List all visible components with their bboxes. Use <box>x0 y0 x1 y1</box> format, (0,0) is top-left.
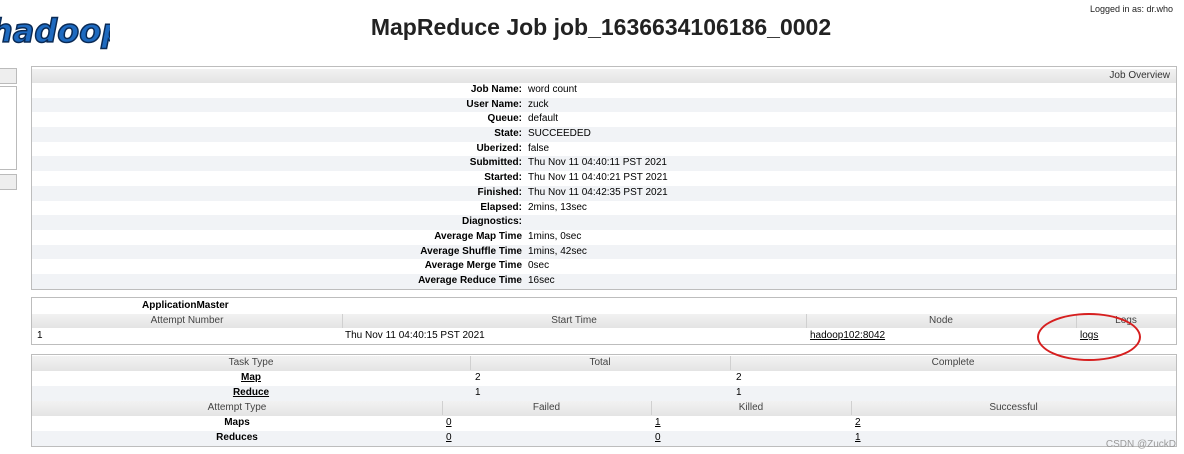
col-node: Node <box>929 315 953 326</box>
job-overview-caption: Job Overview <box>32 69 1176 83</box>
col-failed: Failed <box>532 402 561 413</box>
table-row: Map 2 2 <box>32 371 1176 386</box>
map-task-link[interactable]: Map <box>241 372 261 383</box>
reduce-complete: 1 <box>736 387 742 398</box>
table-row: Uberized: false <box>32 142 1176 157</box>
reduces-successful-link[interactable]: 1 <box>855 432 861 443</box>
table-row: State: SUCCEEDED <box>32 127 1176 142</box>
nav-collapsed-footer[interactable] <box>0 174 17 190</box>
table-row: Reduce 1 1 <box>32 386 1176 401</box>
reduces-attempt-label: Reduces <box>216 432 258 443</box>
overview-key: Job Name: <box>470 84 522 95</box>
watermark: CSDN @ZuckD <box>1105 439 1176 450</box>
annotation-circle <box>1037 313 1141 361</box>
col-task-type: Task Type <box>228 357 274 368</box>
overview-key: Submitted: <box>469 157 522 169</box>
overview-value: SUCCEEDED <box>528 128 591 140</box>
table-row: Finished: Thu Nov 11 04:42:35 PST 2021 <box>32 185 1176 201</box>
task-type-header: Task Type Total Complete <box>32 356 1176 371</box>
overview-value: 0sec <box>528 260 550 272</box>
reduce-total: 1 <box>475 387 481 398</box>
overview-key: Started: <box>484 172 522 184</box>
job-overview-panel: Job Overview Job Name: word count User Nam… <box>31 66 1177 290</box>
overview-value: 2mins, 13sec <box>528 201 587 213</box>
nav-collapsed-header[interactable] <box>0 68 17 84</box>
maps-attempt-label: Maps <box>224 417 250 428</box>
table-row: Queue: default <box>32 112 1176 127</box>
application-master-table: ApplicationMaster Attempt Number Start T… <box>31 297 1177 345</box>
overview-key: Elapsed: <box>480 201 522 213</box>
overview-value: word count <box>528 84 577 95</box>
col-total: Total <box>589 357 611 368</box>
reduce-task-link[interactable]: Reduce <box>233 387 269 398</box>
overview-key: Diagnostics: <box>461 216 522 228</box>
attempt-number: 1 <box>37 330 43 341</box>
table-row: Reduces 0 0 1 <box>32 431 1176 446</box>
table-row: User Name: zuck <box>32 97 1176 113</box>
table-row: Average Shuffle Time 1mins, 42sec <box>32 244 1176 260</box>
overview-value: 16sec <box>528 274 555 286</box>
table-row: Average Map Time 1mins, 0sec <box>32 230 1176 245</box>
col-successful: Successful <box>989 402 1038 413</box>
table-row: Average Reduce Time 16sec <box>32 273 1176 289</box>
table-row: Started: Thu Nov 11 04:40:21 PST 2021 <box>32 171 1176 186</box>
table-row: Diagnostics: <box>32 215 1176 230</box>
table-row: Maps 0 1 2 <box>32 416 1176 431</box>
overview-value: Thu Nov 11 04:42:35 PST 2021 <box>528 186 668 198</box>
map-total: 2 <box>475 372 481 383</box>
page-title: MapReduce Job job_1636634106186_0002 <box>370 14 832 40</box>
attempt-type-header: Attempt Type Failed Killed Successful <box>32 401 1176 416</box>
attempt-start-time: Thu Nov 11 04:40:15 PST 2021 <box>345 330 485 341</box>
overview-value: 1mins, 0sec <box>528 230 582 242</box>
overview-value: 1mins, 42sec <box>528 245 587 257</box>
col-attempt-number: Attempt Number <box>150 315 224 326</box>
maps-killed-link[interactable]: 1 <box>655 417 661 428</box>
table-row: Submitted: Thu Nov 11 04:40:11 PST 2021 <box>32 156 1176 172</box>
table-row: Elapsed: 2mins, 13sec <box>32 201 1176 216</box>
application-master-title: ApplicationMaster <box>142 300 229 311</box>
overview-value: zuck <box>528 98 549 110</box>
job-tasks-table: Task Type Total Complete Map 2 2 Reduce … <box>31 354 1177 447</box>
overview-key: Average Map Time <box>434 230 522 242</box>
overview-key: Average Merge Time <box>424 260 522 272</box>
maps-failed-link[interactable]: 0 <box>446 417 452 428</box>
table-row: Job Name: word count <box>32 83 1176 98</box>
maps-successful-link[interactable]: 2 <box>855 417 861 428</box>
overview-key: Average Shuffle Time <box>420 245 522 257</box>
overview-key: Uberized: <box>476 142 522 154</box>
logged-in-status: Logged in as: dr.who <box>1089 4 1173 14</box>
col-attempt-type: Attempt Type <box>207 402 267 413</box>
overview-key: State: <box>494 128 522 140</box>
col-start-time: Start Time <box>551 315 597 326</box>
table-row: 1 Thu Nov 11 04:40:15 PST 2021 hadoop102… <box>32 329 1176 343</box>
overview-value: Thu Nov 11 04:40:21 PST 2021 <box>528 172 668 184</box>
node-link[interactable]: hadoop102:8042 <box>810 330 885 341</box>
overview-value: default <box>528 113 559 125</box>
job-overview-table: Job Name: word count User Name: zuck Queue: d… <box>32 83 1176 289</box>
map-complete: 2 <box>736 372 742 383</box>
overview-value: Thu Nov 11 04:40:11 PST 2021 <box>528 157 667 169</box>
overview-value: false <box>528 142 550 154</box>
nav-collapsed-panel <box>0 86 17 170</box>
reduces-failed-link[interactable]: 0 <box>446 432 452 443</box>
col-killed: Killed <box>738 402 764 413</box>
reduces-killed-link[interactable]: 0 <box>655 432 661 443</box>
overview-key: Finished: <box>477 186 522 198</box>
application-master-header: Attempt Number Start Time Node Logs <box>32 314 1176 328</box>
overview-key: Queue: <box>487 113 522 125</box>
overview-key: User Name: <box>466 98 522 110</box>
overview-key: Average Reduce Time <box>418 274 522 286</box>
table-row: Average Merge Time 0sec <box>32 259 1176 274</box>
